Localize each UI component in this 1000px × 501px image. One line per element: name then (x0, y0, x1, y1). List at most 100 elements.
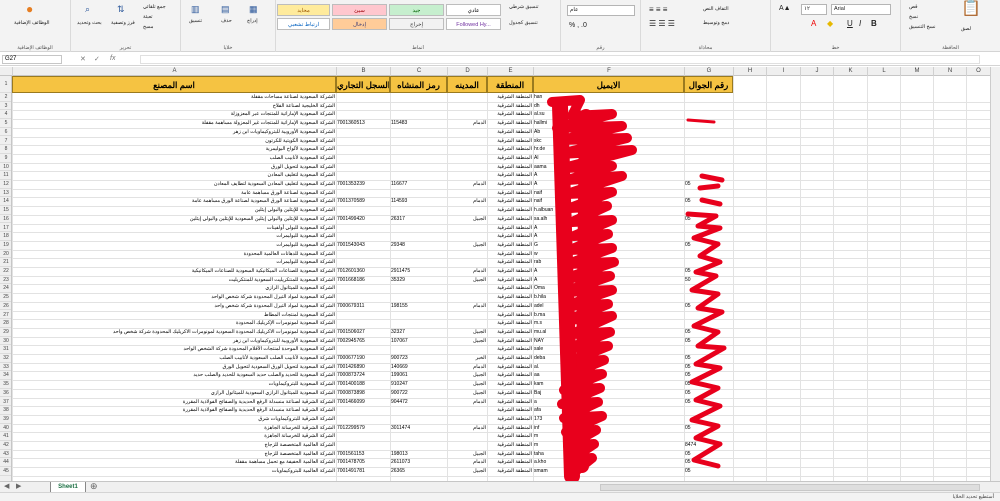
format-cells-icon[interactable]: ▥ (191, 4, 200, 14)
percent-icon[interactable]: % , .0 (569, 22, 587, 29)
row-header[interactable]: 38 (0, 406, 11, 415)
cell-d[interactable] (448, 189, 486, 198)
cell-d[interactable] (448, 154, 486, 163)
cut-button[interactable]: قص (909, 4, 918, 11)
row-header[interactable]: 30 (0, 337, 11, 346)
cell-f[interactable]: A (534, 276, 683, 285)
cell-b[interactable] (337, 319, 389, 328)
cell-a[interactable]: الشركة السعودية لصناعة الورق السعودية لص… (13, 197, 335, 206)
cell-g[interactable] (685, 258, 732, 267)
cell-f[interactable]: m (534, 432, 683, 441)
cell-b[interactable]: 7001370589 (337, 197, 389, 206)
cell-d[interactable] (448, 432, 486, 441)
cell-b[interactable] (337, 171, 389, 180)
style-neutral[interactable]: محايد (277, 4, 330, 16)
cell-a[interactable]: الشركة الخليجية لصناعة الفلاح (13, 102, 335, 111)
worksheet-grid[interactable]: اسم المصنع السجل التجاري رمز المنشاه المدين… (12, 76, 990, 481)
style-good[interactable]: جيد (389, 4, 444, 16)
cell-f[interactable]: aa (534, 371, 683, 380)
style-output[interactable]: إخراج (389, 18, 444, 30)
cell-d[interactable] (448, 110, 486, 119)
number-format-combo[interactable]: عام (567, 5, 635, 16)
paste-icon[interactable]: 📋 (961, 1, 981, 17)
cell-d[interactable]: الدمام (448, 197, 486, 206)
cell-b[interactable] (337, 311, 389, 320)
cell-d[interactable]: الدمام (448, 302, 486, 311)
cell-f[interactable]: NAY (534, 337, 683, 346)
cell-a[interactable]: الشركة السعودية لتحويل الورق السعودية لت… (13, 363, 335, 372)
cell-f[interactable]: Baj (534, 389, 683, 398)
cell-f[interactable]: al. (534, 363, 683, 372)
cell-b[interactable] (337, 206, 389, 215)
row-header[interactable]: 19 (0, 241, 11, 250)
cell-g[interactable] (685, 345, 732, 354)
cell-b[interactable] (337, 110, 389, 119)
cell-b[interactable] (337, 145, 389, 154)
cell-g[interactable] (685, 128, 732, 137)
cell-g[interactable] (685, 206, 732, 215)
cell-b[interactable] (337, 137, 389, 146)
row-header[interactable]: 9 (0, 154, 11, 163)
cell-d[interactable]: الدمام (448, 119, 486, 128)
cell-c[interactable]: 115483 (391, 119, 446, 128)
cell-e[interactable]: المنطقة الشرقية (488, 345, 532, 354)
cell-c[interactable] (391, 319, 446, 328)
cell-f[interactable]: G (534, 241, 683, 250)
cell-e[interactable]: المنطقة الشرقية (488, 250, 532, 259)
cell-c[interactable] (391, 224, 446, 233)
row-header[interactable]: 26 (0, 302, 11, 311)
row-header[interactable]: 7 (0, 137, 11, 146)
cell-a[interactable]: الشركة السعودية لألواح البوليمرية (13, 145, 335, 154)
cell-e[interactable]: المنطقة الشرقية (488, 354, 532, 363)
row-header[interactable]: 32 (0, 354, 11, 363)
column-header-f[interactable]: F (533, 67, 684, 76)
cell-f[interactable]: sale (534, 345, 683, 354)
cell-a[interactable]: الشركة السعودية للحديد والصلب حديد السعو… (13, 371, 335, 380)
cell-a[interactable]: الشركة السعودية الأوروبية للبتروكيماويات… (13, 128, 335, 137)
row-header[interactable]: 41 (0, 432, 11, 441)
cell-f[interactable]: a (534, 398, 683, 407)
cell-b[interactable] (337, 441, 389, 450)
row-header[interactable]: 27 (0, 311, 11, 320)
header-cell-d[interactable]: المدينه (447, 76, 487, 93)
row-header[interactable]: 25 (0, 293, 11, 302)
cell-e[interactable]: المنطقة الشرقية (488, 284, 532, 293)
row-header[interactable]: 10 (0, 163, 11, 172)
row-header[interactable]: 33 (0, 363, 11, 372)
cell-e[interactable]: المنطقة الشرقية (488, 163, 532, 172)
cell-f[interactable]: A (534, 171, 683, 180)
grow-font-icon[interactable]: A▲ (779, 5, 791, 12)
cell-g[interactable] (685, 232, 732, 241)
align-left-icon[interactable]: ☰ ☰ ☰ (649, 20, 675, 28)
cell-g[interactable]: 05 (685, 215, 732, 224)
cell-g[interactable] (685, 406, 732, 415)
cell-a[interactable]: الشركة السعودية للميثانول الرازي (13, 284, 335, 293)
cell-e[interactable]: المنطقة الشرقية (488, 432, 532, 441)
cell-f[interactable]: naif (534, 197, 683, 206)
cell-c[interactable]: 199061 (391, 371, 446, 380)
column-header-d[interactable]: D (447, 67, 487, 76)
cell-e[interactable]: المنطقة الشرقية (488, 380, 532, 389)
delete-button[interactable]: حذف (221, 18, 232, 25)
cell-a[interactable]: الشركة السعودية الكويتية للكرتون (13, 137, 335, 146)
cell-c[interactable] (391, 432, 446, 441)
cell-e[interactable]: المنطقة الشرقية (488, 241, 532, 250)
cell-e[interactable]: المنطقة الشرقية (488, 328, 532, 337)
horizontal-scrollbar[interactable] (600, 484, 980, 491)
cell-g[interactable]: 05 (685, 380, 732, 389)
cell-c[interactable] (391, 171, 446, 180)
cell-f[interactable]: adel (534, 302, 683, 311)
cell-f[interactable]: h.albuan (534, 206, 683, 215)
cell-g[interactable]: 05 (685, 458, 732, 467)
cell-c[interactable]: 114593 (391, 197, 446, 206)
cell-c[interactable] (391, 163, 446, 172)
cell-f[interactable]: Al (534, 154, 683, 163)
column-header-c[interactable]: C (390, 67, 447, 76)
cell-g[interactable]: 05 (685, 363, 732, 372)
cell-c[interactable] (391, 441, 446, 450)
insert-cells-icon[interactable]: ▦ (249, 4, 258, 14)
row-header[interactable]: 14 (0, 197, 11, 207)
cell-c[interactable] (391, 250, 446, 259)
cell-e[interactable]: المنطقة الشرقية (488, 302, 532, 311)
row-header[interactable]: 44 (0, 458, 11, 468)
